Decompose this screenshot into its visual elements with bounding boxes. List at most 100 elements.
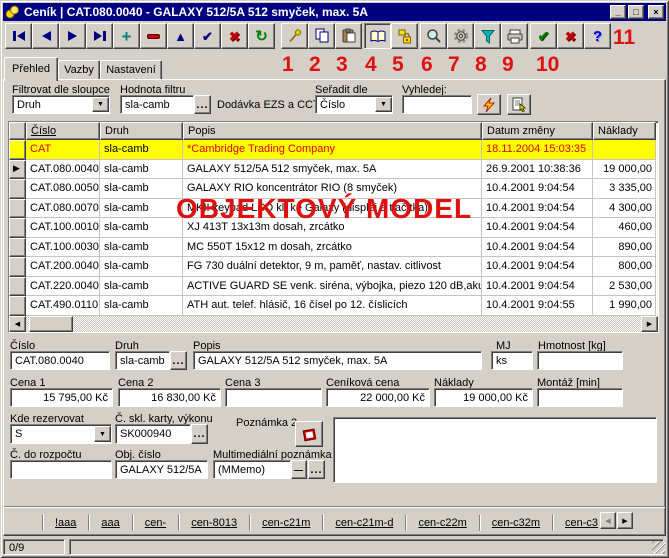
table-row[interactable]: CAT.490.0110 sla-camb ATH aut. telef. hl… bbox=[9, 296, 658, 316]
bottom-link-cen-8013[interactable]: cen-8013 bbox=[179, 517, 249, 529]
form-cena3-input[interactable] bbox=[225, 388, 322, 407]
form-objcislo-input[interactable]: GALAXY 512/5A bbox=[115, 460, 208, 479]
table-row[interactable]: CAT.100.0030 sla-camb MC 550T 15x12 m do… bbox=[9, 238, 658, 258]
book-button[interactable] bbox=[364, 23, 391, 49]
refresh-button[interactable]: ↻ bbox=[248, 23, 275, 49]
form-cena2-input[interactable]: 16 830,00 Kč bbox=[118, 388, 221, 407]
bottom-link-cen-c32m[interactable]: cen-c32m bbox=[480, 517, 552, 529]
cell-datum: 10.4.2001 9:04:54 bbox=[482, 218, 593, 238]
form-cenikova-input[interactable]: 22 000,00 Kč bbox=[326, 388, 430, 407]
filter-value-ellipsis-button[interactable]: ... bbox=[194, 95, 211, 114]
bottom-link-cen-c22m[interactable]: cen-c22m bbox=[406, 517, 478, 529]
cell-cislo: CAT.490.0110 bbox=[26, 296, 100, 316]
cell-druh: sla-camb bbox=[100, 218, 183, 238]
form-mj-input[interactable]: ks bbox=[491, 351, 533, 370]
annotation-6: 6 bbox=[421, 54, 433, 75]
last-record-button[interactable] bbox=[86, 23, 113, 49]
row-indicator bbox=[9, 257, 26, 277]
form-mmemo-dash-button[interactable]: — bbox=[291, 460, 307, 479]
links-scroll-left-icon[interactable]: ◀ bbox=[600, 512, 616, 529]
delete-record-button[interactable] bbox=[140, 23, 167, 49]
chevron-down-icon[interactable]: ▼ bbox=[94, 426, 111, 442]
pin-button[interactable] bbox=[281, 23, 308, 49]
table-row[interactable]: ▶ CAT.080.0040 sla-camb GALAXY 512/5A 51… bbox=[9, 160, 658, 180]
row-indicator bbox=[9, 218, 26, 238]
cell-naklady: 890,00 bbox=[593, 238, 656, 258]
prev-record-button[interactable] bbox=[32, 23, 59, 49]
ok-button[interactable]: ✔ bbox=[530, 23, 557, 49]
table-header-row: Číslo Druh Popis Datum změny Náklady bbox=[9, 122, 658, 140]
form-cislo-input[interactable]: CAT.080.0040 bbox=[10, 351, 110, 370]
bottom-link-!aaa[interactable]: !aaa bbox=[43, 517, 88, 529]
first-record-button[interactable] bbox=[5, 23, 32, 49]
tab-prehled[interactable]: Přehled bbox=[4, 57, 58, 81]
exit-button[interactable]: ✖ bbox=[557, 23, 584, 49]
cell-datum: 26.9.2001 10:38:36 bbox=[482, 160, 593, 180]
form-druh-ellipsis-button[interactable]: ... bbox=[170, 351, 187, 370]
column-header-cislo[interactable]: Číslo bbox=[26, 122, 100, 140]
paste-button[interactable] bbox=[335, 23, 362, 49]
bottom-link-cen-[interactable]: cen- bbox=[133, 517, 178, 529]
resize-grip[interactable] bbox=[652, 541, 665, 554]
settings-button[interactable] bbox=[447, 23, 474, 49]
help-button[interactable]: ? bbox=[584, 23, 611, 49]
scrollbar-thumb[interactable] bbox=[29, 316, 73, 332]
form-popis-input[interactable]: GALAXY 512/5A 512 smyček, max. 5A bbox=[193, 351, 482, 370]
search-input[interactable] bbox=[402, 95, 472, 114]
add-record-button[interactable]: + bbox=[113, 23, 140, 49]
next-record-button[interactable] bbox=[59, 23, 86, 49]
maximize-button[interactable]: □ bbox=[628, 5, 644, 19]
bottom-link-aaa[interactable]: aaa bbox=[89, 517, 131, 529]
scroll-right-icon[interactable]: ▶ bbox=[641, 316, 658, 332]
column-header-datum[interactable]: Datum změny bbox=[482, 122, 593, 140]
table-row[interactable]: CAT.220.0040 sla-camb ACTIVE GUARD SE ve… bbox=[9, 277, 658, 297]
form-naklady-input[interactable]: 19 000,00 Kč bbox=[434, 388, 533, 407]
form-sklkarta-ellipsis-button[interactable]: ... bbox=[191, 424, 208, 444]
paste-icon bbox=[341, 28, 357, 44]
cell-druh: sla-camb bbox=[100, 296, 183, 316]
column-header-naklady[interactable]: Náklady bbox=[593, 122, 656, 140]
cell-naklady bbox=[593, 140, 656, 160]
chevron-down-icon[interactable]: ▼ bbox=[92, 97, 109, 112]
search-button[interactable] bbox=[420, 23, 447, 49]
find-record-button[interactable] bbox=[507, 94, 531, 115]
tab-vazby[interactable]: Vazby bbox=[58, 60, 100, 80]
table-row[interactable]: CAT sla-camb *Cambridge Trading Company … bbox=[9, 140, 658, 160]
next-record-icon bbox=[67, 31, 79, 41]
links-scroll-right-icon[interactable]: ▶ bbox=[617, 512, 633, 529]
post-edit-button[interactable]: ✔ bbox=[194, 23, 221, 49]
form-mmemo-ellipsis-button[interactable]: ... bbox=[308, 460, 325, 479]
filter-button[interactable] bbox=[474, 23, 501, 49]
quick-search-button[interactable] bbox=[477, 94, 501, 115]
chevron-down-icon[interactable]: ▼ bbox=[375, 97, 392, 112]
column-header-popis[interactable]: Popis bbox=[183, 122, 482, 140]
notes-button[interactable] bbox=[295, 421, 323, 447]
horizontal-scrollbar[interactable]: ◀ ▶ bbox=[9, 316, 658, 332]
scroll-left-icon[interactable]: ◀ bbox=[9, 316, 26, 332]
row-indicator bbox=[9, 199, 26, 219]
tab-nastaveni[interactable]: Nastavení bbox=[100, 60, 162, 80]
cancel-edit-button[interactable]: ✖ bbox=[221, 23, 248, 49]
card-copy-button[interactable] bbox=[391, 23, 418, 49]
funnel-icon bbox=[480, 29, 496, 44]
form-druh-input[interactable]: sla-camb bbox=[115, 351, 170, 370]
column-header-druh[interactable]: Druh bbox=[100, 122, 183, 140]
filter-value-input[interactable]: sla-camb bbox=[120, 95, 194, 114]
edit-record-button[interactable]: ▲ bbox=[167, 23, 194, 49]
bottom-link-cen-c21m[interactable]: cen-c21m bbox=[250, 517, 322, 529]
gear-icon bbox=[453, 28, 469, 44]
form-cena1-input[interactable]: 15 795,00 Kč bbox=[10, 388, 113, 407]
form-rozpocet-input[interactable] bbox=[10, 460, 112, 479]
form-hmotnost-input[interactable] bbox=[537, 351, 623, 370]
copy-button[interactable] bbox=[308, 23, 335, 49]
form-mmemo-input[interactable]: (MMemo) bbox=[213, 460, 291, 479]
poznamka2-textarea[interactable] bbox=[333, 417, 657, 483]
bottom-link-cen-c21m-d[interactable]: cen-c21m-d bbox=[323, 517, 405, 529]
bottom-link-cen-c3[interactable]: cen-c3 bbox=[553, 517, 600, 529]
print-button[interactable] bbox=[501, 23, 528, 49]
form-sklkarta-input[interactable]: SK000940 bbox=[115, 424, 191, 444]
close-button[interactable]: × bbox=[648, 5, 664, 19]
form-montaz-input[interactable] bbox=[537, 388, 623, 407]
table-row[interactable]: CAT.200.0040 sla-camb FG 730 duální dete… bbox=[9, 257, 658, 277]
minimize-button[interactable]: _ bbox=[610, 5, 626, 19]
